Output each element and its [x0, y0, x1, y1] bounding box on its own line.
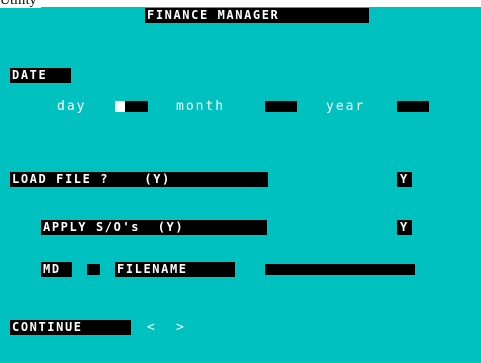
day-label: day	[57, 99, 87, 114]
load-file-prompt: LOAD FILE ? (Y)	[10, 172, 268, 187]
month-label: month	[176, 99, 226, 114]
continue-next-arrow[interactable]: >	[176, 320, 186, 335]
continue-prev-arrow[interactable]: <	[147, 320, 157, 335]
filename-label: FILENAME	[115, 262, 235, 277]
app-window: Utility FINANCE MANAGER DATE day month y…	[0, 0, 481, 363]
apply-so-input[interactable]: Y	[397, 220, 412, 235]
md-input[interactable]	[87, 264, 100, 275]
md-label: MD	[41, 262, 72, 277]
continue-button[interactable]: CONTINUE	[10, 320, 131, 335]
apply-so-prompt: APPLY S/O's (Y)	[41, 220, 267, 235]
filename-input[interactable]	[265, 264, 415, 275]
spectrum-screen: FINANCE MANAGER DATE day month year LOAD…	[0, 7, 481, 363]
year-input[interactable]	[397, 101, 429, 112]
window-caption: Utility	[0, 0, 41, 8]
load-file-input[interactable]: Y	[397, 172, 412, 187]
page-title: FINANCE MANAGER	[145, 8, 369, 23]
day-input-cursor	[115, 101, 125, 112]
date-label: DATE	[10, 68, 71, 83]
day-input[interactable]	[125, 101, 148, 112]
month-input[interactable]	[265, 101, 297, 112]
year-label: year	[326, 99, 366, 114]
